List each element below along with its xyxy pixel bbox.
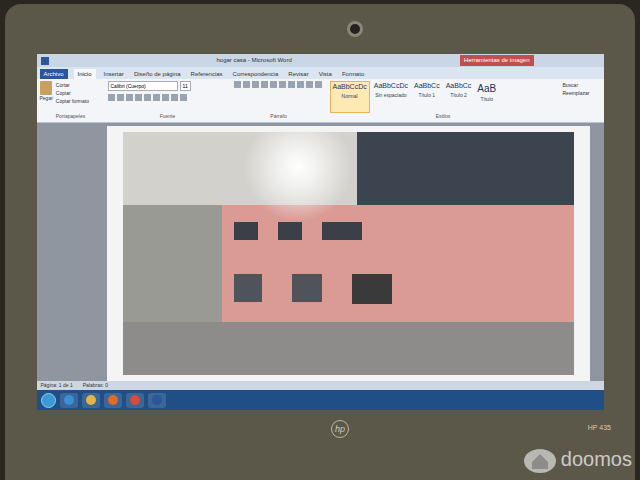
start-icon[interactable] bbox=[41, 393, 56, 408]
ribbon-tab[interactable]: Vista bbox=[317, 69, 334, 79]
paragraph-button[interactable] bbox=[297, 81, 304, 88]
style-item[interactable]: AaBbCcTítulo 2 bbox=[444, 81, 474, 113]
browser-icon[interactable] bbox=[60, 393, 78, 408]
laptop-lid: hogar casa - Microsoft Word Herramientas … bbox=[5, 4, 635, 480]
group-label: Fuente bbox=[108, 113, 228, 121]
paste-icon bbox=[40, 81, 52, 95]
clipboard-group: PegarCortarCopiarCopiar formato Portapape… bbox=[40, 81, 102, 120]
building-photo bbox=[123, 132, 574, 375]
format-button[interactable] bbox=[108, 94, 115, 101]
style-item[interactable]: AaBTítulo bbox=[475, 81, 498, 113]
ribbon-tab[interactable]: Revisar bbox=[286, 69, 310, 79]
format-button[interactable] bbox=[171, 94, 178, 101]
ribbon-tab[interactable]: Formato bbox=[340, 69, 366, 79]
tab-bar: Archivo Inicio Insertar Diseño de página Ref… bbox=[37, 67, 604, 79]
format-button[interactable] bbox=[153, 94, 160, 101]
format-button[interactable] bbox=[162, 94, 169, 101]
document-area bbox=[37, 123, 604, 381]
editing-button[interactable]: Buscar bbox=[563, 81, 601, 89]
style-item[interactable]: AaBbCcDcNormal bbox=[330, 81, 370, 113]
ribbon-tab[interactable]: Archivo bbox=[40, 69, 68, 79]
chrome-icon[interactable] bbox=[126, 393, 144, 408]
format-button[interactable] bbox=[180, 94, 187, 101]
status-item: Página: 1 de 1 bbox=[41, 382, 73, 390]
format-button[interactable] bbox=[144, 94, 151, 101]
editing-button[interactable]: Reemplazar bbox=[563, 89, 601, 97]
paragraph-button[interactable] bbox=[288, 81, 295, 88]
watermark: doomos bbox=[523, 444, 632, 474]
style-item[interactable]: AaBbCcDcSin espaciado bbox=[372, 81, 410, 113]
group-label: Portapapeles bbox=[40, 113, 102, 121]
model-label: HP 435 bbox=[588, 423, 611, 434]
media-icon[interactable] bbox=[104, 393, 122, 408]
clipboard-item[interactable]: Cortar bbox=[56, 81, 89, 89]
font-group: Calibri (Cuerpo)11 Fuente bbox=[108, 81, 228, 120]
ribbon-tab[interactable]: Referencias bbox=[189, 69, 225, 79]
format-button[interactable] bbox=[135, 94, 142, 101]
format-button[interactable] bbox=[117, 94, 124, 101]
style-item[interactable]: AaBbCcTítulo 1 bbox=[412, 81, 442, 113]
paragraph-group: Párrafo bbox=[234, 81, 324, 120]
contextual-tab: Herramientas de imagen bbox=[460, 55, 534, 66]
house-icon bbox=[523, 444, 557, 474]
ribbon-tab[interactable]: Insertar bbox=[102, 69, 126, 79]
paragraph-button[interactable] bbox=[234, 81, 241, 88]
editing-group: BuscarReemplazar bbox=[563, 81, 601, 120]
group-label: Párrafo bbox=[234, 113, 324, 121]
screen: hogar casa - Microsoft Word Herramientas … bbox=[37, 54, 604, 410]
format-button[interactable] bbox=[126, 94, 133, 101]
font-name[interactable]: Calibri (Cuerpo) bbox=[108, 81, 178, 91]
ribbon-tab[interactable]: Inicio bbox=[74, 69, 96, 79]
window-title: hogar casa - Microsoft Word bbox=[55, 56, 454, 65]
paragraph-button[interactable] bbox=[315, 81, 322, 88]
status-bar: Página: 1 de 1 Palabras: 0 bbox=[37, 381, 604, 390]
status-item: Palabras: 0 bbox=[83, 382, 108, 390]
word-icon bbox=[41, 57, 49, 65]
title-bar: hogar casa - Microsoft Word Herramientas … bbox=[37, 54, 604, 67]
taskbar bbox=[37, 390, 604, 410]
clipboard-item[interactable]: Copiar formato bbox=[56, 97, 89, 105]
folder-icon[interactable] bbox=[82, 393, 100, 408]
clipboard-item[interactable]: Copiar bbox=[56, 89, 89, 97]
camera-icon bbox=[347, 21, 363, 37]
paragraph-button[interactable] bbox=[252, 81, 259, 88]
ribbon: PegarCortarCopiarCopiar formato Portapape… bbox=[37, 79, 604, 123]
ribbon-tab[interactable]: Correspondencia bbox=[231, 69, 281, 79]
top-bezel bbox=[5, 4, 635, 54]
group-label: Estilos bbox=[330, 113, 557, 121]
paragraph-button[interactable] bbox=[243, 81, 250, 88]
paragraph-button[interactable] bbox=[270, 81, 277, 88]
font-size[interactable]: 11 bbox=[180, 81, 191, 91]
hp-logo: hp bbox=[331, 420, 349, 438]
styles-group: AaBbCcDcNormalAaBbCcDcSin espaciadoAaBbC… bbox=[330, 81, 557, 120]
page bbox=[107, 126, 590, 381]
photo: hogar casa - Microsoft Word Herramientas … bbox=[0, 0, 640, 480]
paragraph-button[interactable] bbox=[279, 81, 286, 88]
paste-button[interactable]: Pegar bbox=[40, 81, 53, 113]
word-icon[interactable] bbox=[148, 393, 166, 408]
paragraph-button[interactable] bbox=[306, 81, 313, 88]
paragraph-button[interactable] bbox=[261, 81, 268, 88]
ribbon-tab[interactable]: Diseño de página bbox=[132, 69, 183, 79]
